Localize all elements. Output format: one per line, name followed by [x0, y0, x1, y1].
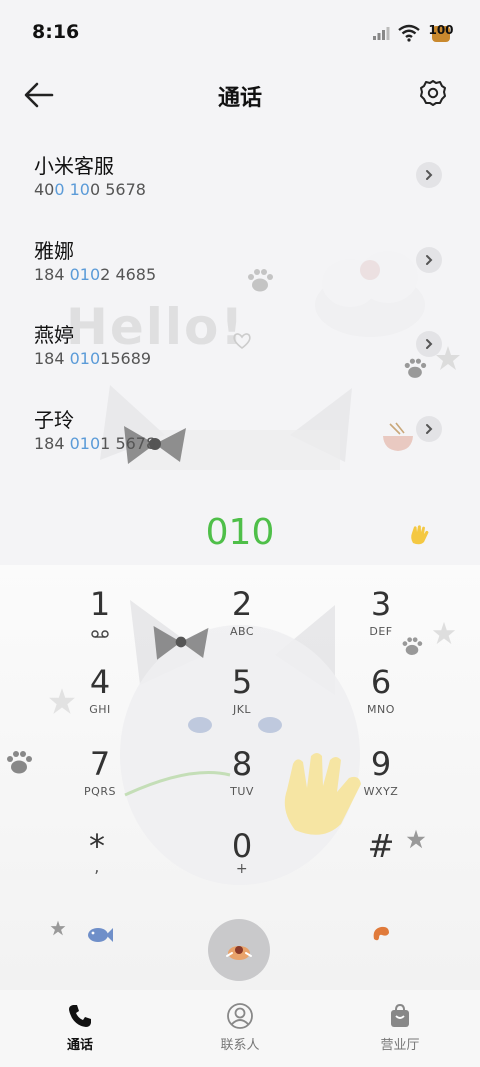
bottom-nav: 通话 联系人 营业厅: [0, 990, 480, 1067]
tab-label: 营业厅: [380, 1038, 420, 1053]
chevron-right-icon: [426, 424, 433, 434]
signal-icon: [373, 27, 390, 40]
person-icon: [227, 1003, 253, 1029]
key-6[interactable]: 6 MNO: [326, 663, 436, 739]
star-decoration: [50, 920, 66, 936]
page-title: 通话: [217, 86, 262, 111]
chevron-right-icon: [426, 339, 433, 349]
shrimp-icon: [373, 926, 389, 941]
contact-detail-button[interactable]: [416, 162, 442, 188]
status-time: 8:16: [32, 21, 80, 43]
contact-row[interactable]: 燕婷 184 01015689: [0, 309, 480, 379]
contact-row[interactable]: 雅娜 184 0102 4685: [0, 225, 480, 295]
contact-number: 184 0101 5678: [34, 434, 157, 453]
shopping-bag-icon: [391, 1003, 409, 1027]
battery-level: 100: [428, 23, 454, 37]
contact-name: 雅娜: [34, 239, 74, 263]
fish-icon: [88, 928, 113, 942]
key-hash[interactable]: #: [326, 827, 436, 903]
battery-icon: 100: [428, 20, 454, 46]
settings-button[interactable]: [418, 78, 450, 110]
key-star[interactable]: * ,: [42, 827, 152, 903]
key-9[interactable]: 9 WXYZ: [326, 745, 436, 821]
key-4[interactable]: 4 GHI: [45, 663, 155, 739]
contact-row[interactable]: 小米客服 400 100 5678: [0, 140, 480, 210]
header: 通话: [0, 66, 480, 124]
paw-decoration: [7, 751, 32, 774]
chevron-right-icon: [426, 255, 433, 265]
contact-name: 小米客服: [34, 154, 114, 178]
tab-label: 联系人: [220, 1038, 260, 1053]
chevron-right-icon: [426, 170, 433, 180]
dialed-number-display: 010: [205, 512, 275, 553]
wifi-icon: [398, 24, 420, 42]
contact-number: 184 0102 4685: [34, 265, 157, 284]
key-0[interactable]: 0 +: [187, 827, 297, 903]
contact-detail-button[interactable]: [416, 247, 442, 273]
contact-row[interactable]: 子玲 184 0101 5678: [0, 394, 480, 464]
key-1[interactable]: 1: [45, 585, 155, 661]
status-bar: 8:16 100: [0, 0, 480, 66]
phone-icon: [69, 1005, 91, 1027]
contact-number: 400 100 5678: [34, 180, 146, 199]
key-3[interactable]: 3 DEF: [326, 585, 436, 661]
gear-icon: [420, 80, 446, 106]
key-5[interactable]: 5 JKL: [187, 663, 297, 739]
key-2[interactable]: 2 ABC: [187, 585, 297, 661]
key-8[interactable]: 8 TUV: [187, 745, 297, 821]
tab-service-hall[interactable]: 营业厅: [320, 990, 480, 1067]
contact-detail-button[interactable]: [416, 416, 442, 442]
contact-detail-button[interactable]: [416, 331, 442, 357]
key-7[interactable]: 7 PQRS: [45, 745, 155, 821]
hamster-call-icon: [226, 946, 252, 960]
tab-label: 通话: [66, 1038, 93, 1053]
status-icons: 100: [372, 20, 454, 46]
contact-number: 184 01015689: [34, 349, 152, 368]
contact-name: 子玲: [34, 408, 74, 432]
tab-calls[interactable]: 通话: [0, 990, 160, 1067]
contact-name: 燕婷: [34, 323, 74, 347]
call-button[interactable]: [208, 919, 270, 981]
tab-contacts[interactable]: 联系人: [160, 990, 320, 1067]
voicemail-icon: [91, 630, 109, 638]
